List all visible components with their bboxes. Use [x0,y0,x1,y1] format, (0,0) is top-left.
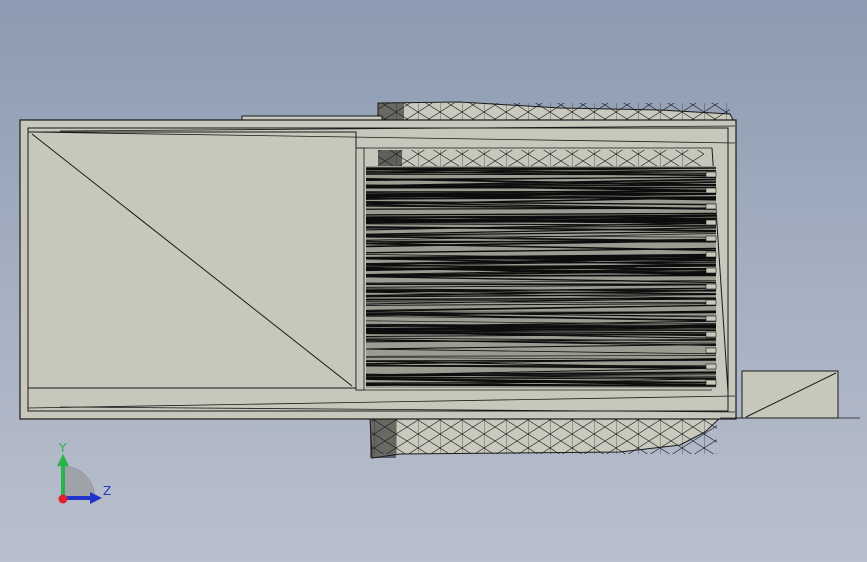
z-axis-arrow-icon [90,492,102,504]
top-truss-frame [377,101,734,121]
cable-terminal [705,235,717,242]
cable-strand [365,274,717,277]
cable-terminal [705,283,717,290]
cable-terminal [705,315,717,322]
cad-graphics-viewport[interactable]: Y Z [0,0,867,562]
cable-terminal [705,299,717,306]
cable-terminal [705,379,717,386]
cable-terminal [705,251,717,258]
reference-triad: Y Z [57,441,111,504]
cable-terminal [705,219,717,226]
y-axis-label: Y [58,441,67,455]
y-axis-arrow-icon [57,454,69,466]
cable-terminal [705,171,717,178]
cable-terminal [705,203,717,210]
model-view[interactable] [0,0,867,562]
cable-terminal [705,187,717,194]
cable-terminal [705,331,717,338]
z-axis-label: Z [103,484,111,498]
cable-bundle[interactable] [365,166,717,388]
cable-strand [365,216,717,219]
cable-terminal [705,267,717,274]
cable-terminal [705,363,717,370]
x-axis-icon [58,494,68,504]
right-end-block[interactable] [720,370,860,419]
cable-terminal [705,347,717,354]
bottom-truss-frame [369,417,722,459]
inner-truss-strip [378,150,704,166]
